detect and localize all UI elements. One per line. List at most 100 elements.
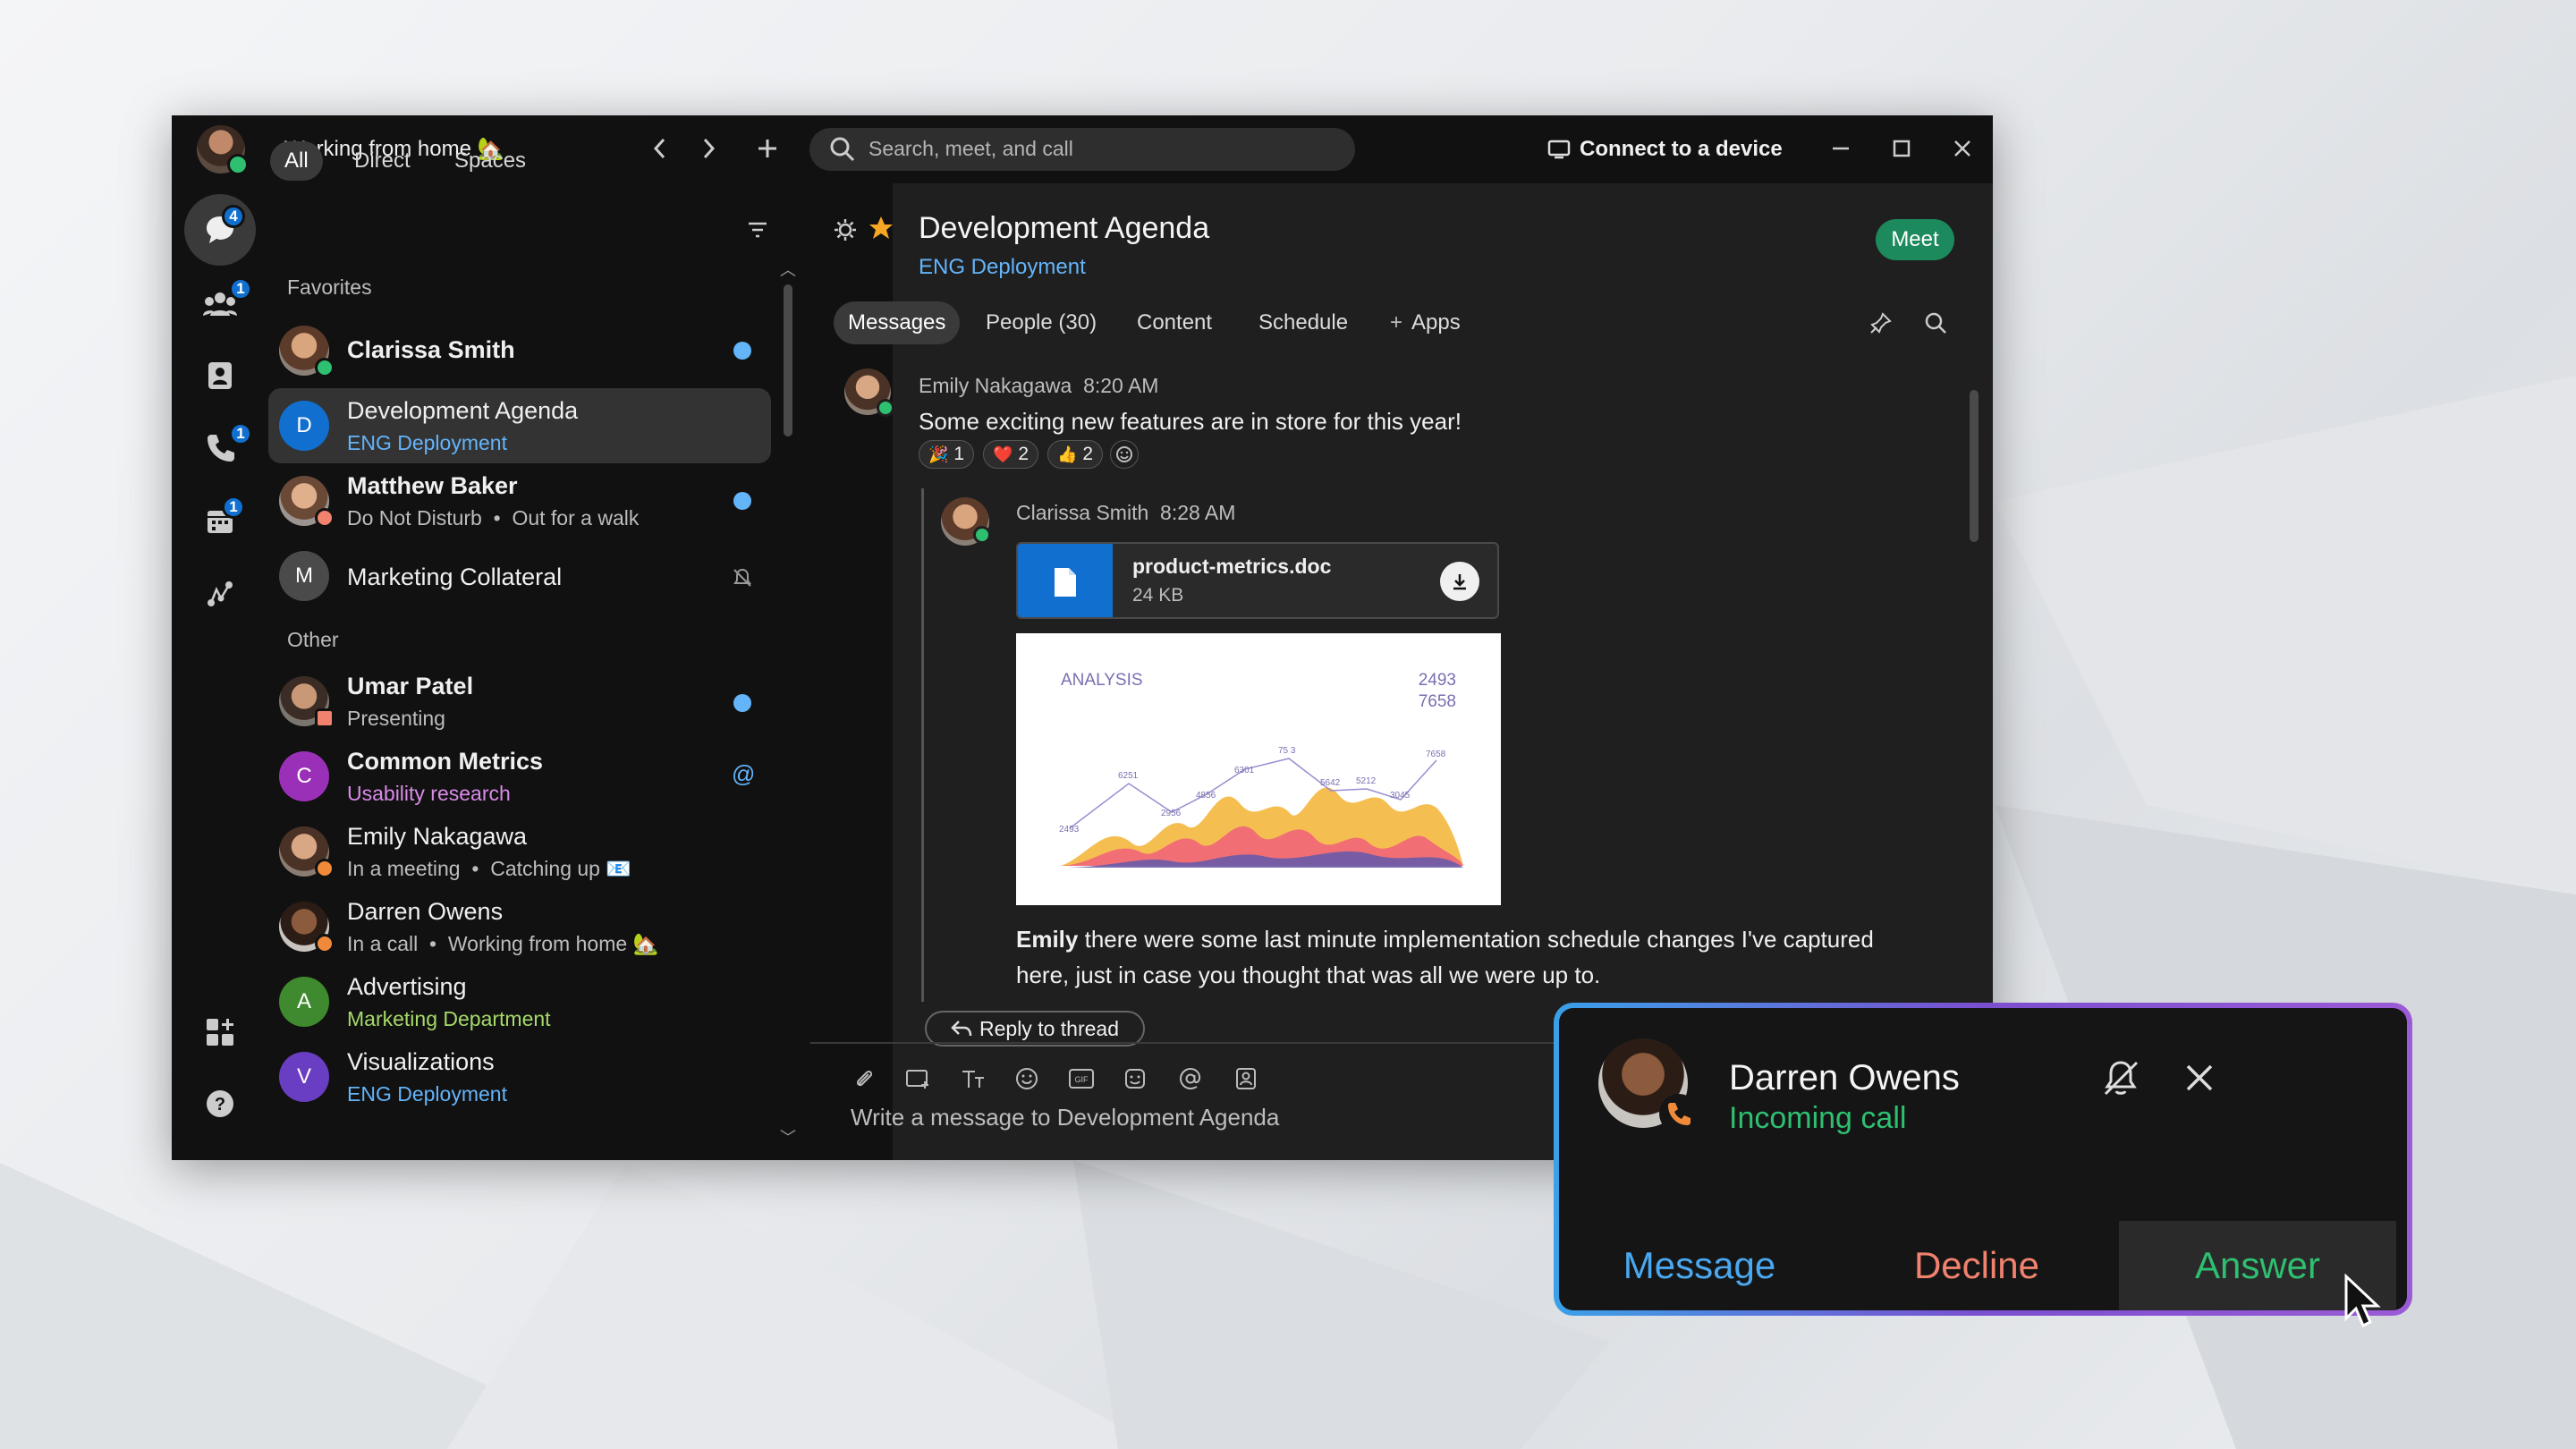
reaction-count: 2 (1018, 444, 1030, 464)
message-body: there were some last minute implementati… (1016, 926, 1874, 988)
message-button[interactable]: Message (1561, 1221, 1838, 1310)
list-item[interactable]: Darren Owens In a call • Working from ho… (268, 889, 771, 964)
reaction-party[interactable]: 🎉 1 (919, 440, 975, 469)
list-item[interactable]: Emily Nakagawa In a meeting • Catching u… (268, 814, 771, 889)
message-scrollbar[interactable] (1970, 390, 1979, 542)
tab-people[interactable]: People (30) (971, 301, 1111, 344)
dnd-icon (315, 508, 335, 528)
list-item[interactable]: C Common Metrics Usability research @ (268, 739, 771, 814)
preview-point-label: 5212 (1356, 776, 1377, 786)
reply-thread-button[interactable]: Reply to thread (925, 1011, 1145, 1046)
preview-point-label: 7658 (1426, 750, 1446, 759)
workflow-icon[interactable] (202, 576, 238, 612)
meet-button[interactable]: Meet (1876, 219, 1954, 260)
list-item[interactable]: V Visualizations ENG Deployment (268, 1039, 771, 1114)
apps-icon[interactable] (202, 1014, 238, 1050)
download-icon[interactable] (1440, 562, 1479, 601)
tab-schedule[interactable]: Schedule (1244, 301, 1362, 344)
message-text: Emily there were some last minute implem… (1016, 921, 1928, 993)
sticker-icon[interactable] (1119, 1063, 1151, 1095)
message-text: Some exciting new features are in store … (919, 408, 1462, 435)
screen-capture-icon[interactable] (902, 1063, 934, 1095)
contact-card-icon[interactable] (1230, 1063, 1262, 1095)
back-arrow-icon[interactable] (646, 134, 674, 163)
format-text-icon[interactable] (957, 1063, 989, 1095)
search-input[interactable]: Search, meet, and call (809, 128, 1355, 171)
conversation-name: Advertising (347, 973, 467, 1000)
document-icon (1018, 544, 1113, 617)
list-item[interactable]: Matthew Baker Do Not Disturb • Out for a… (268, 463, 771, 538)
attach-icon[interactable] (848, 1063, 880, 1095)
conversation-name: Emily Nakagawa (347, 823, 528, 850)
unread-indicator (733, 492, 751, 510)
conversation-name: Marketing Collateral (347, 564, 563, 590)
message-header: Clarissa Smith 8:28 AM (1016, 501, 1235, 525)
connect-device-button[interactable]: Connect to a device (1547, 134, 1783, 165)
svg-text:?: ? (215, 1095, 225, 1114)
search-icon (830, 137, 855, 162)
list-item-selected[interactable]: D Development Agenda ENG Deployment (268, 388, 771, 463)
contacts-icon[interactable] (202, 358, 238, 394)
messaging-icon[interactable] (184, 194, 256, 266)
settings-gear-icon[interactable] (830, 215, 860, 245)
mention-icon: @ (732, 760, 756, 787)
space-team-link[interactable]: ENG Deployment (919, 255, 1086, 280)
preview-point-label: 6251 (1118, 771, 1139, 781)
filter-all[interactable]: All (270, 141, 323, 181)
conversation-name: Common Metrics (347, 748, 544, 775)
search-space-icon[interactable] (1920, 308, 1951, 338)
unread-indicator (733, 342, 751, 360)
favorite-star-icon[interactable] (866, 213, 896, 243)
conversation-status: Presenting (347, 707, 445, 730)
image-preview[interactable]: ANALYSIS 2493 7658 2493 6251 2956 4856 6… (1016, 633, 1501, 905)
preview-point-label: 2493 (1059, 825, 1080, 835)
gif-icon[interactable]: GIF (1065, 1063, 1097, 1095)
connect-device-label: Connect to a device (1580, 137, 1783, 161)
tab-content[interactable]: Content (1123, 301, 1226, 344)
close-window-icon[interactable] (1948, 134, 1977, 163)
filter-spaces[interactable]: Spaces (440, 141, 540, 181)
phone-icon (1659, 1094, 1699, 1133)
call-status: Incoming call (1729, 1101, 1907, 1135)
maximize-icon[interactable] (1887, 134, 1916, 163)
mute-notification-icon[interactable] (2096, 1053, 2146, 1103)
avatar: C (279, 751, 329, 801)
list-item[interactable]: A Advertising Marketing Department (268, 964, 771, 1039)
conversation-name: Matthew Baker (347, 472, 518, 499)
search-placeholder: Search, meet, and call (869, 137, 1073, 160)
presence-active-icon (877, 399, 894, 417)
conversation-name: Darren Owens (347, 898, 504, 925)
minimize-icon[interactable] (1826, 134, 1855, 163)
preview-chart-graphic (1061, 758, 1463, 868)
conversation-name: Clarissa Smith (347, 336, 515, 363)
close-icon[interactable] (2176, 1055, 2223, 1101)
preview-point-label: 6301 (1234, 766, 1255, 775)
forward-arrow-icon[interactable] (694, 134, 723, 163)
file-attachment[interactable]: product-metrics.doc 24 KB (1016, 542, 1499, 619)
list-scroll-up-icon[interactable]: ︿ (780, 258, 796, 281)
pin-icon[interactable] (1866, 308, 1896, 338)
tab-apps[interactable]: + Apps (1376, 301, 1475, 344)
mention-icon[interactable] (1174, 1063, 1207, 1095)
reaction-thumbs-up[interactable]: 👍 2 (1047, 440, 1104, 469)
list-scrollbar[interactable] (784, 284, 792, 436)
reaction-heart[interactable]: ❤️ 2 (983, 440, 1039, 469)
avatar: D (279, 401, 329, 451)
tab-messages[interactable]: Messages (834, 301, 961, 344)
filter-icon[interactable] (742, 215, 773, 245)
decline-button[interactable]: Decline (1838, 1221, 2115, 1310)
list-item[interactable]: Umar Patel Presenting (268, 664, 771, 739)
conversation-name: Visualizations (347, 1048, 495, 1075)
list-item[interactable]: M Marketing Collateral (268, 538, 771, 614)
preview-point-label: 3045 (1390, 791, 1411, 801)
help-icon[interactable]: ? (202, 1086, 238, 1122)
list-item[interactable]: Clarissa Smith (268, 313, 771, 388)
message-input[interactable]: Write a message to Development Agenda (851, 1104, 1279, 1131)
mention[interactable]: Emily (1016, 926, 1078, 953)
emoji-icon[interactable] (1011, 1063, 1043, 1095)
plus-icon[interactable] (753, 134, 782, 163)
list-scroll-down-icon[interactable]: ﹀ (780, 1125, 796, 1148)
filter-direct[interactable]: Direct (340, 141, 425, 181)
add-reaction-icon[interactable] (1110, 440, 1139, 469)
section-other: Other (287, 628, 339, 651)
